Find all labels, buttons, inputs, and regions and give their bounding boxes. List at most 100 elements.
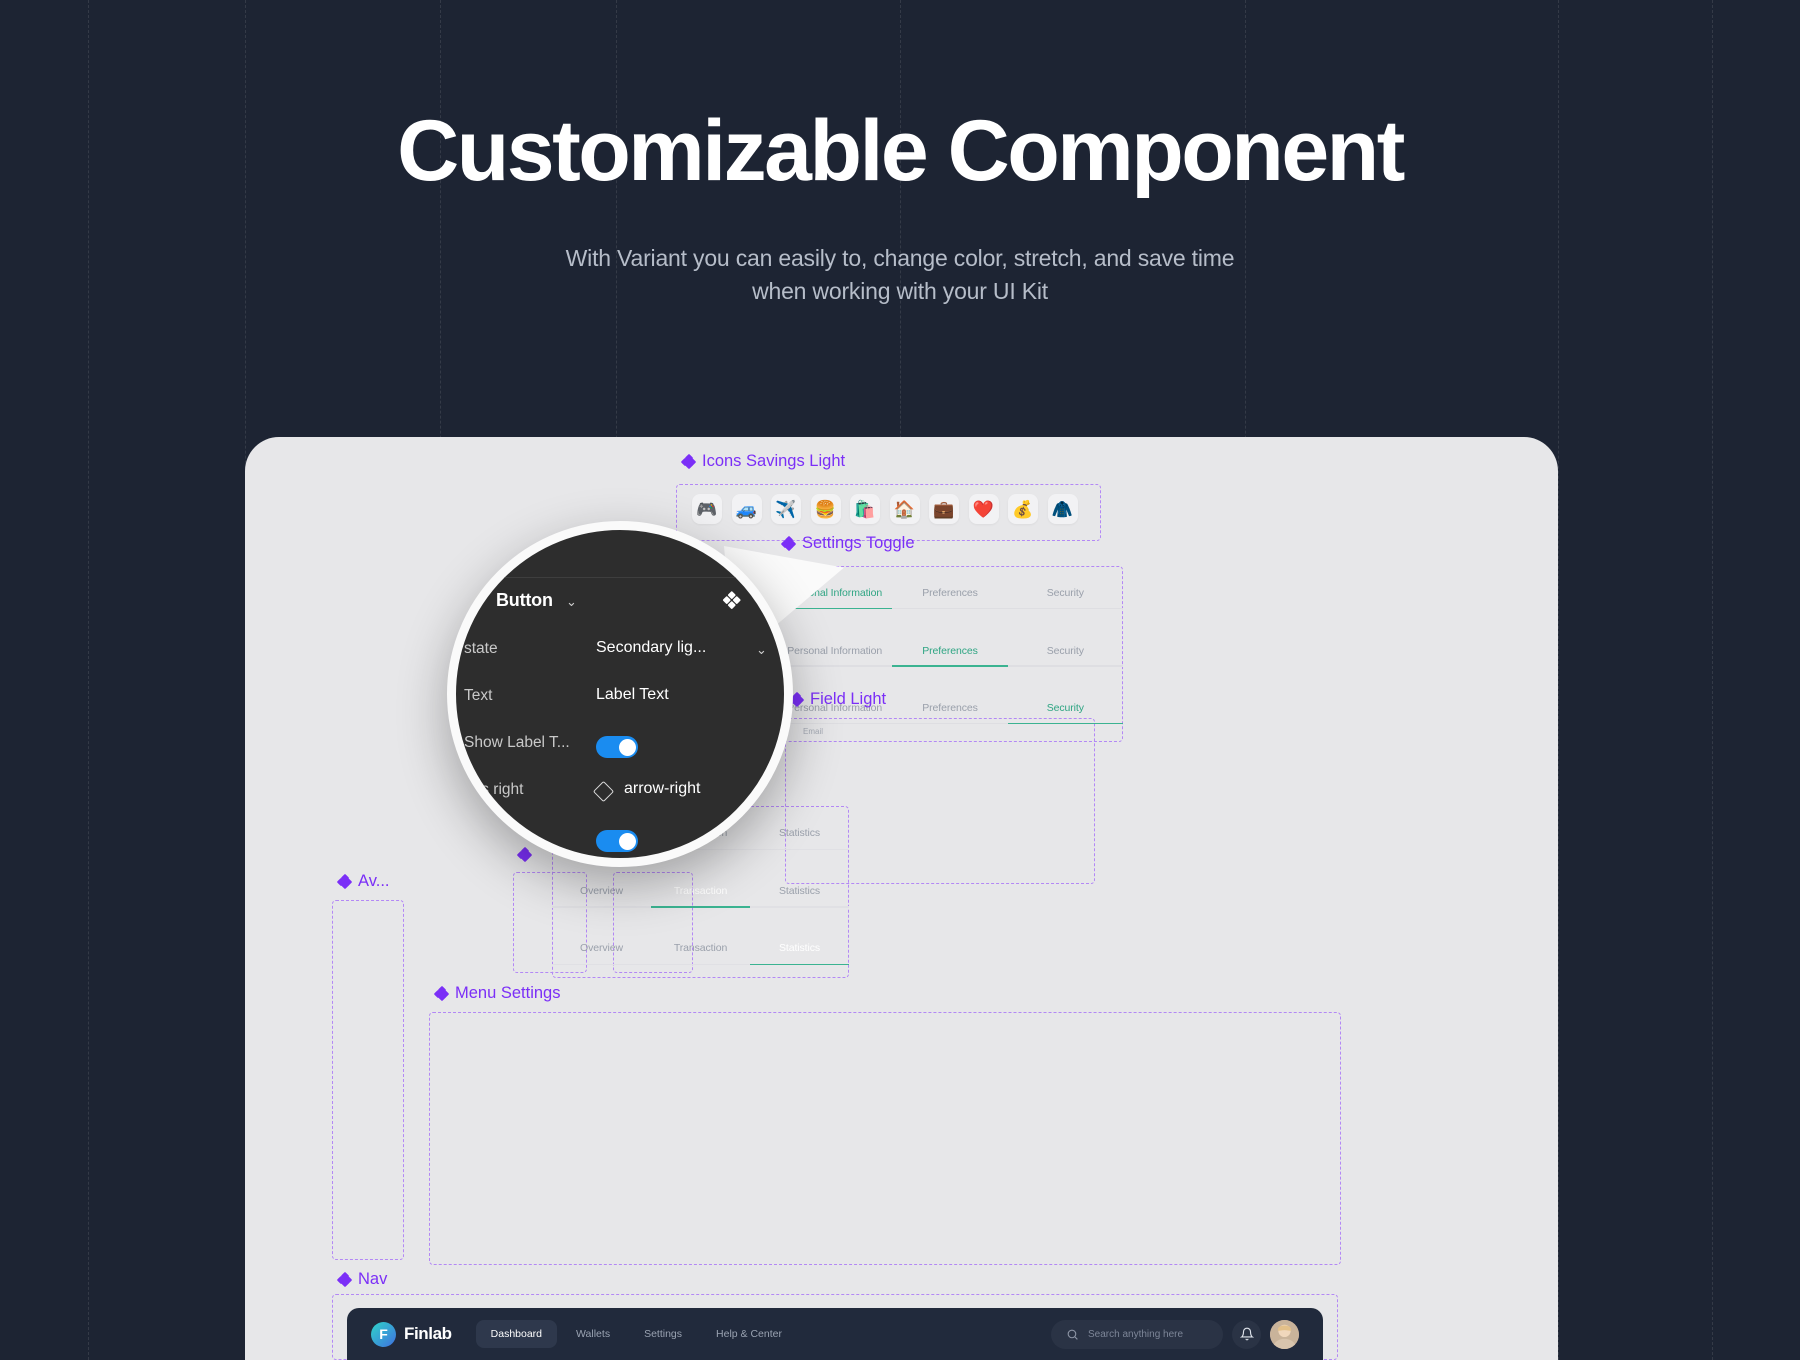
property-row: ons right arrow-right ⌄	[456, 769, 784, 815]
chevron-down-icon[interactable]: ⌄	[756, 642, 767, 658]
tab-underline-track	[777, 607, 1123, 609]
page-subtitle-line-1: With Variant you can easily to, change c…	[565, 245, 1235, 271]
nav-item-settings[interactable]: Settings	[629, 1320, 697, 1348]
component-diamond-icon	[722, 590, 741, 609]
heart-icon[interactable]: ❤️	[968, 494, 999, 524]
property-value[interactable]: Label Text	[596, 686, 669, 704]
page-title: Customizable Component	[397, 103, 1405, 199]
page-subtitle: With Variant you can easily to, change c…	[0, 242, 1800, 307]
tab-security[interactable]: Security	[1008, 681, 1123, 738]
tab-preferences[interactable]: Preferences	[892, 624, 1007, 681]
car-icon[interactable]: 🚙	[731, 494, 762, 524]
component-diamond-icon	[433, 987, 450, 1000]
tab-overview[interactable]: Overview	[552, 921, 651, 978]
page-subtitle-line-2: when working with your UI Kit	[752, 277, 1048, 304]
nav-label: Nav	[336, 1270, 387, 1289]
magnifier-lens: Button ⌄ state Secondary lig... ⌄ Text Label…	[447, 521, 793, 867]
tab-preferences[interactable]: Preferences	[892, 681, 1007, 738]
search-icon	[1067, 1329, 1078, 1340]
tab-underline-track	[552, 906, 849, 908]
property-key: ons right	[464, 781, 524, 798]
tab-transaction[interactable]: Transaction	[651, 921, 750, 978]
chevron-down-icon[interactable]: ⌄	[566, 594, 577, 610]
menu-settings-frame	[429, 1012, 1341, 1265]
component-diamond-icon	[336, 1273, 353, 1286]
tab-statistics[interactable]: Statistics	[750, 864, 849, 921]
chevron-down-icon[interactable]: ⌄	[756, 783, 767, 799]
money-bag-icon[interactable]: 💰	[1008, 494, 1038, 524]
field-light-label: Field Light	[788, 690, 887, 709]
tab-underline-track	[777, 722, 1123, 724]
notifications-button[interactable]	[1232, 1319, 1261, 1349]
property-toggle[interactable]	[596, 830, 638, 852]
tab-underline-track	[777, 665, 1123, 667]
component-diamond-icon	[336, 875, 353, 888]
tab-underline-active	[1007, 722, 1123, 724]
bell-icon	[1239, 1327, 1254, 1341]
figma-properties-panel: Button ⌄ state Secondary lig... ⌄ Text Label…	[456, 530, 784, 858]
icons-savings-label: Icons Savings Light	[680, 452, 846, 471]
avatars-label-text: Av...	[358, 872, 390, 890]
icons-savings-label-text: Icons Savings Light	[702, 452, 846, 470]
briefcase-icon[interactable]: 💼	[929, 494, 959, 524]
field-light-label-text: Field Light	[810, 690, 887, 708]
component-title: Button	[496, 590, 553, 610]
brand-logo[interactable]: F Finlab	[371, 1321, 452, 1347]
menu-settings-label: Menu Settings	[433, 984, 561, 1003]
tab-overview[interactable]: Overview	[552, 864, 651, 921]
tab-security[interactable]: Security	[1008, 566, 1123, 623]
tab-underline-active	[892, 665, 1008, 667]
dashboard-toggle-row: OverviewTransactionStatistics	[552, 864, 849, 921]
nav-item-wallets[interactable]: Wallets	[561, 1320, 625, 1348]
tab-transaction[interactable]: Transaction	[651, 864, 750, 921]
property-key: state	[464, 640, 498, 657]
nav-item-help-center[interactable]: Help & Center	[701, 1320, 797, 1348]
avatars-frame	[332, 900, 404, 1260]
settings-toggle-label-text: Settings Toggle	[802, 534, 915, 552]
tab-underline-track	[552, 963, 849, 965]
property-row: Show Label T...	[456, 722, 784, 768]
finlab-logo-icon: F	[371, 1321, 396, 1347]
settings-toggle-label: Settings Toggle	[780, 534, 915, 553]
property-row: ons ...	[456, 816, 784, 858]
tab-statistics[interactable]: Statistics	[750, 921, 849, 978]
property-key: Show Label T...	[464, 734, 570, 751]
hero-section: Customizable Component With Variant you …	[0, 0, 1800, 307]
panel-divider	[456, 577, 784, 578]
avatars-label: Av...	[336, 872, 390, 891]
property-toggle[interactable]	[596, 736, 638, 758]
settings-toggle-row: Personal Information Preferences Security	[777, 624, 1123, 681]
property-value[interactable]: arrow-right	[624, 780, 700, 798]
shopping-bag-icon[interactable]: 🛍️	[850, 494, 880, 524]
settings-toggle-group: Personal Information Preferences Security P…	[777, 566, 1123, 742]
hamburger-icon[interactable]: 🍔	[810, 494, 841, 524]
property-row: Text Label Text	[456, 675, 784, 721]
property-key: Text	[464, 687, 493, 704]
nav-items: Dashboard Wallets Settings Help & Center	[475, 1320, 797, 1348]
airplane-icon[interactable]: ✈️	[771, 494, 801, 524]
avatar	[1270, 1319, 1299, 1349]
search-placeholder-text: Search anything here	[1088, 1328, 1184, 1340]
tab-underline-active	[749, 963, 849, 965]
brand-name: Finlab	[404, 1324, 452, 1343]
icons-savings-list: 🎮 🚙 ✈️ 🍔 🛍️ 🏠 💼 ❤️ 💰 🧥	[692, 494, 1078, 524]
tab-security[interactable]: Security	[1008, 624, 1123, 681]
search-input[interactable]: Search anything here	[1051, 1319, 1223, 1349]
game-controller-icon[interactable]: 🎮	[692, 494, 722, 524]
nav-item-dashboard[interactable]: Dashboard	[475, 1320, 558, 1348]
tab-personal-information[interactable]: Personal Information	[777, 624, 892, 681]
menu-settings-label-text: Menu Settings	[455, 984, 561, 1002]
coat-icon[interactable]: 🧥	[1047, 494, 1078, 524]
tab-preferences[interactable]: Preferences	[892, 566, 1007, 623]
dashboard-toggle-row: OverviewTransactionStatistics	[552, 921, 849, 978]
tab-underline-active	[650, 906, 750, 908]
property-value[interactable]: Secondary lig...	[596, 639, 706, 657]
diamond-instance-icon	[592, 780, 615, 803]
house-icon[interactable]: 🏠	[889, 494, 920, 524]
email-field-label: Email	[803, 727, 824, 736]
nav-actions: Search anything here	[1051, 1319, 1299, 1349]
nav-bar: F Finlab Dashboard Wallets Settings Help & …	[347, 1308, 1323, 1360]
component-diamond-icon	[680, 455, 697, 468]
user-avatar[interactable]	[1270, 1319, 1299, 1349]
property-key: ons ...	[464, 828, 507, 845]
